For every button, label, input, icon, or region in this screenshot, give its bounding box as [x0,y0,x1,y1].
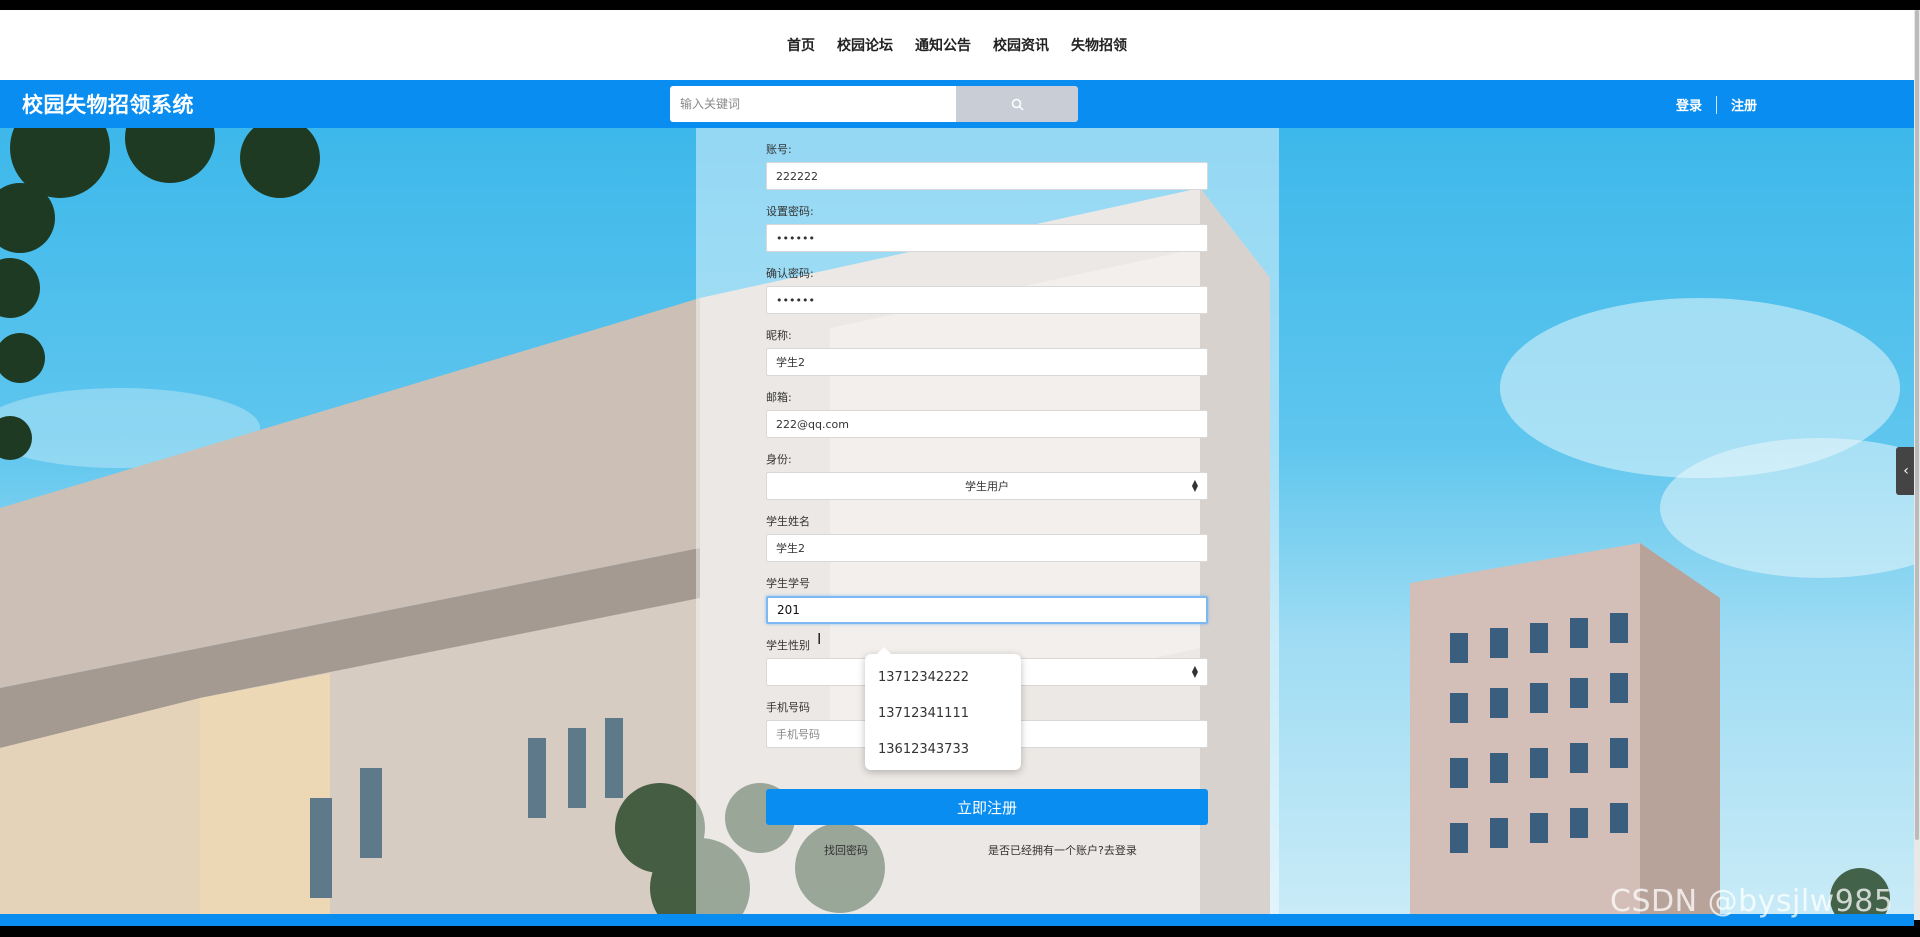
account-label: 账号: [766,143,792,156]
site-brand: 校园失物招领系统 [22,93,194,117]
confirm-password-input[interactable]: •••••• [766,286,1208,314]
search-input[interactable] [670,86,956,122]
nav-notice[interactable]: 通知公告 [915,35,971,55]
nav-home[interactable]: 首页 [787,35,815,55]
nickname-input[interactable]: 学生2 [766,348,1208,376]
top-navigation: 首页 校园论坛 通知公告 校园资讯 失物招领 [0,10,1914,80]
account-input[interactable]: 222222 [766,162,1208,190]
register-link[interactable]: 注册 [1731,95,1757,114]
confirm-password-label: 确认密码: [766,267,814,280]
autocomplete-dropdown: 13712342222 13712341111 13612343733 [865,647,1021,770]
student-name-label: 学生姓名 [766,515,810,528]
student-number-input[interactable]: 201 [766,596,1208,624]
password-input[interactable]: •••••• [766,224,1208,252]
nav-news[interactable]: 校园资讯 [993,35,1049,55]
student-name-input[interactable]: 学生2 [766,534,1208,562]
gender-label: 学生性别 [766,639,810,652]
page-scrollbar[interactable] [1914,10,1920,920]
login-link[interactable]: 登录 [1676,95,1702,114]
form-links: 找回密码 是否已经拥有一个账户?去登录 [766,842,1209,862]
autocomplete-option[interactable]: 13712341111 [865,696,1021,732]
role-label: 身份: [766,453,792,466]
role-select[interactable]: 学生用户 ▲ ▼ [766,472,1208,500]
go-login-link[interactable]: 是否已经拥有一个账户?去登录 [988,842,1137,858]
auth-divider [1716,95,1718,114]
auth-links: 登录 注册 [1676,95,1757,114]
autocomplete-option[interactable]: 13712342222 [865,660,1021,696]
select-arrows-icon: ▲ ▼ [1191,478,1198,493]
email-input[interactable]: 222@qq.com [766,410,1208,438]
search-button[interactable] [956,86,1078,122]
autocomplete-option[interactable]: 13612343733 [865,732,1021,768]
search-bar [670,86,1078,122]
student-number-label: 学生学号 [766,577,810,590]
watermark-text: CSDN @bysjlw985 [1610,884,1894,919]
window-top-edge [0,0,1920,10]
forgot-password-link[interactable]: 找回密码 [824,842,868,858]
select-arrows-icon: ▲ ▼ [1191,664,1198,679]
register-submit-button[interactable]: 立即注册 [766,789,1208,825]
role-select-value: 学生用户 [965,480,1009,493]
site-header: 校园失物招领系统 登录 注册 [0,80,1914,128]
search-icon [1011,98,1024,111]
scrollbar-thumb[interactable] [1915,10,1919,840]
text-cursor-icon: I [817,630,822,648]
nickname-label: 昵称: [766,329,792,342]
email-label: 邮箱: [766,391,792,404]
nav-forum[interactable]: 校园论坛 [837,35,893,55]
nav-lost-found[interactable]: 失物招领 [1071,35,1127,55]
side-panel-toggle[interactable]: ‹ [1896,447,1916,495]
password-label: 设置密码: [766,205,814,218]
chevron-left-icon: ‹ [1903,463,1909,479]
window-bottom-edge [0,926,1920,937]
